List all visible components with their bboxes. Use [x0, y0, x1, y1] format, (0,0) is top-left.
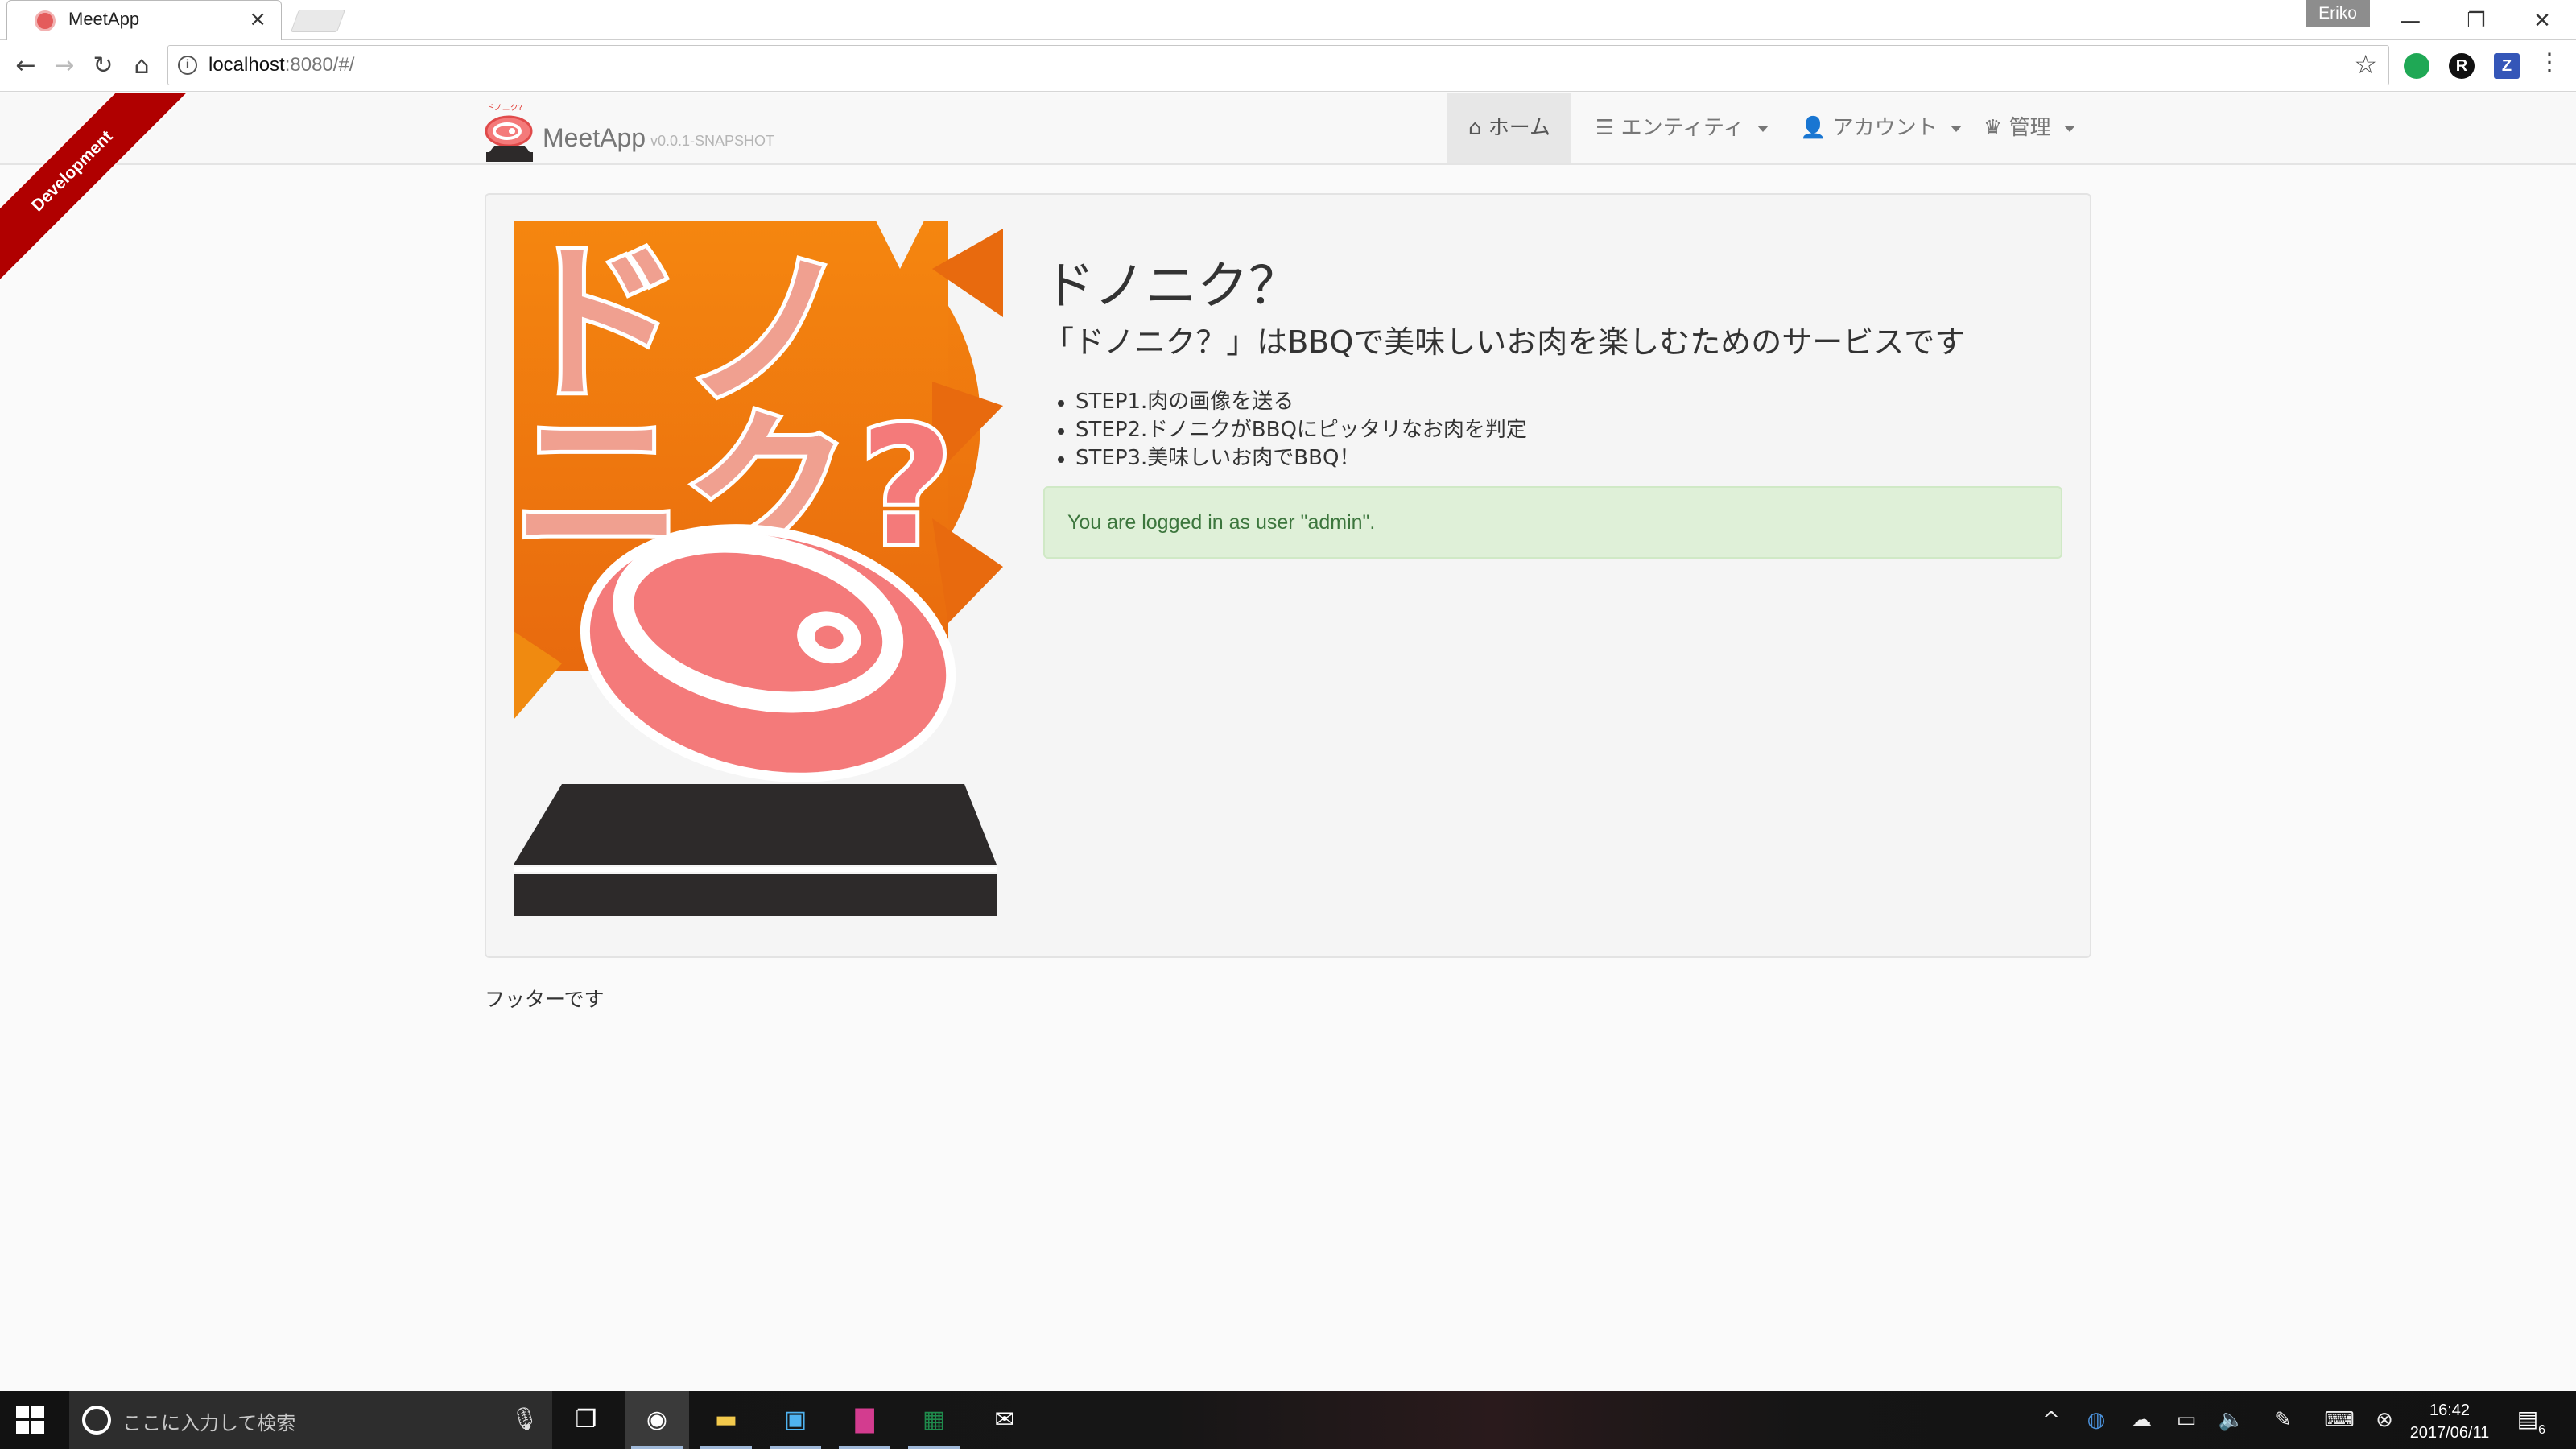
step-item: STEP3.美味しいお肉でBBQ！ [1043, 444, 1527, 473]
restore-button[interactable]: ❐ [2452, 5, 2500, 37]
tab-title: MeetApp [68, 9, 140, 29]
nav-account-label: アカウント [1832, 116, 1938, 140]
hero-well: ド ノ ニ ク ? ドノニク？ 「ドノニク？」はBBQで美味しいお肉を楽しむため… [485, 193, 2091, 958]
steps-list: STEP1.肉の画像を送る STEP2.ドノニクがBBQにピッタリなお肉を判定 … [1043, 388, 1527, 473]
hero-lead: 「ドノニク？」はBBQで美味しいお肉を楽しむためのサービスです [1043, 324, 1966, 360]
excel-icon[interactable]: ▦ [902, 1391, 966, 1449]
page-footer: フッターです [485, 988, 605, 1011]
step-item: STEP2.ドノニクがBBQにピッタリなお肉を判定 [1043, 416, 1527, 444]
taskbar-search-placeholder: ここに入力して検索 [122, 1412, 296, 1435]
svg-text:?: ? [860, 394, 953, 581]
microphone-icon[interactable]: 🎙 [510, 1406, 539, 1432]
close-window-button[interactable]: ✕ [2518, 5, 2566, 37]
nav-home[interactable]: ⌂ ホーム [1447, 93, 1572, 163]
step-item: STEP1.肉の画像を送る [1043, 388, 1527, 416]
action-center-icon[interactable]: ▤ 6 [2512, 1406, 2545, 1437]
brand-version: v0.0.1-SNAPSHOT [650, 133, 775, 149]
chevron-down-icon [2063, 125, 2075, 132]
nav-home-label: ホーム [1488, 116, 1551, 140]
r-extension-icon[interactable]: R [2449, 53, 2475, 79]
taskbar-clock[interactable]: 16:42 2017/06/11 [2397, 1399, 2502, 1444]
task-view-icon[interactable]: ❐ [554, 1391, 618, 1449]
browser-menu-icon[interactable]: ⋮ [2537, 48, 2562, 76]
notification-count: 6 [2538, 1423, 2545, 1437]
minimize-button[interactable]: — [2386, 5, 2434, 37]
windows-start-icon[interactable] [16, 1406, 45, 1435]
clock-time: 16:42 [2429, 1402, 2471, 1419]
home-icon[interactable]: ⌂ [126, 50, 158, 82]
tab-favicon-icon [35, 10, 56, 31]
browser-title-bar: MeetApp × Eriko — ❐ ✕ [0, 0, 2576, 40]
battery-icon[interactable]: ▭ [2164, 1391, 2209, 1449]
tab-close-button[interactable]: × [249, 7, 266, 31]
admin-icon: ♛ [1984, 116, 2003, 140]
nav-admin-label: 管理 [2008, 116, 2051, 140]
nav-admin-dropdown[interactable]: ♛ 管理 [1963, 93, 2096, 163]
development-ribbon-wrapper: Development [0, 93, 209, 302]
brand-name: MeetApp [543, 123, 646, 152]
chevron-down-icon [1757, 125, 1769, 132]
clock-date: 2017/06/11 [2409, 1424, 2490, 1442]
file-explorer-icon[interactable]: ▬ [694, 1391, 758, 1449]
nav-entities-dropdown[interactable]: ☰ エンティティ [1575, 93, 1790, 163]
bookmark-star-icon[interactable]: ☆ [2354, 49, 2377, 80]
url-host: localhost [208, 54, 285, 76]
cortana-icon[interactable] [82, 1406, 111, 1435]
brand-logo-icon: ドノニク? [485, 103, 533, 162]
new-tab-button[interactable] [290, 10, 346, 32]
onedrive-icon[interactable]: ☁ [2119, 1391, 2164, 1449]
intellij-icon[interactable]: ▇ [832, 1391, 897, 1449]
reload-icon[interactable]: ↻ [87, 50, 119, 82]
taskbar-search-box[interactable]: ここに入力して検索 🎙 [69, 1391, 552, 1449]
nav-account-dropdown[interactable]: 👤 アカウント [1779, 93, 1983, 163]
info-icon[interactable]: i [178, 56, 197, 75]
user-icon: 👤 [1800, 116, 1827, 140]
address-bar[interactable]: i localhost:8080/#/ ☆ [167, 45, 2389, 85]
development-ribbon: Development [0, 93, 208, 302]
profile-name-badge[interactable]: Eriko [2306, 0, 2370, 27]
mail-icon[interactable]: ✉ [972, 1391, 1037, 1449]
hero-title: ドノニク？ [1043, 257, 1300, 316]
keyboard-icon[interactable]: ⌨ [2317, 1391, 2362, 1449]
back-icon[interactable]: ← [10, 50, 42, 82]
volume-muted-icon[interactable]: 🔈 [2209, 1391, 2254, 1449]
list-icon: ☰ [1596, 116, 1615, 140]
login-success-alert: You are logged in as user "admin". [1043, 486, 2062, 559]
pen-icon[interactable]: ✎ [2260, 1391, 2306, 1449]
app-navbar: ドノニク? MeetApp v0.0.1-SNAPSHOT ⌂ ホーム ☰ エン… [0, 93, 2576, 165]
svg-text:ドノニク?: ドノニク? [486, 103, 522, 113]
windows-taskbar: ここに入力して検索 🎙 ❐ ◉ ▬ ▣ ▇ ▦ ✉ ^ ◍ ☁ ▭ 🔈 ✎ ⌨ … [0, 1391, 2576, 1449]
chevron-down-icon [1950, 125, 1962, 132]
nav-entities-label: エンティティ [1620, 116, 1744, 140]
z-extension-icon[interactable]: Z [2494, 53, 2520, 79]
chrome-taskbar-icon[interactable]: ◉ [625, 1391, 689, 1449]
home-icon: ⌂ [1468, 116, 1482, 140]
tray-chevron-up-icon[interactable]: ^ [2029, 1391, 2074, 1449]
browser-toolbar: ← → ↻ ⌂ i localhost:8080/#/ ☆ R Z ⋮ [0, 40, 2576, 92]
forward-icon[interactable]: → [48, 50, 80, 82]
donoiku-hero-image: ド ノ ニ ク ? [514, 221, 1003, 916]
photos-app-icon[interactable]: ▣ [763, 1391, 828, 1449]
browser-tab[interactable]: MeetApp × [6, 0, 282, 40]
url-path: :8080/#/ [284, 54, 355, 76]
address-text: localhost:8080/#/ [208, 54, 354, 76]
green-circle-extension-icon[interactable] [2404, 53, 2429, 79]
tray-app-icon[interactable]: ◍ [2074, 1391, 2119, 1449]
